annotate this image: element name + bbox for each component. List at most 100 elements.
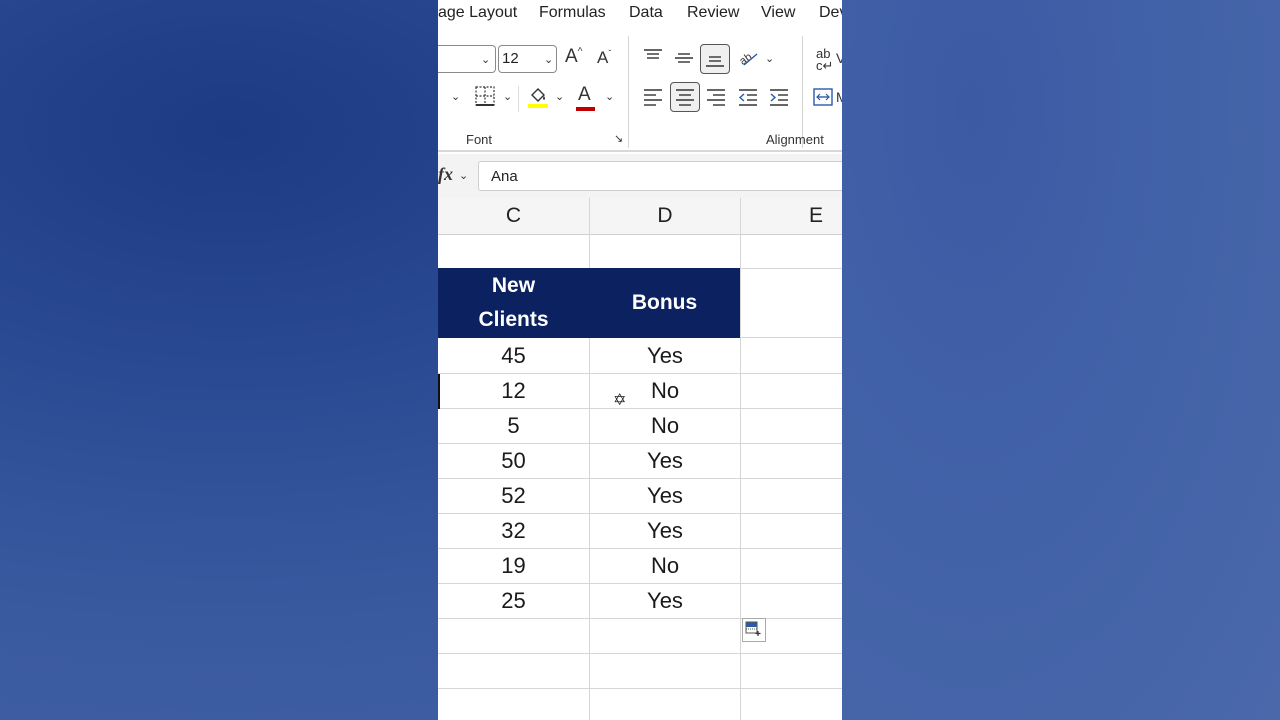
cell-bonus[interactable]: Yes xyxy=(590,443,740,477)
tab-data[interactable]: Data xyxy=(629,4,663,22)
bottom-align-button[interactable] xyxy=(700,44,730,74)
cell-bonus[interactable]: Yes xyxy=(590,338,740,372)
paint-bucket-icon xyxy=(528,88,548,108)
cell-new-clients[interactable]: 25 xyxy=(438,583,589,617)
chevron-down-icon[interactable]: ⌄ xyxy=(605,90,614,103)
middle-align-button[interactable] xyxy=(674,50,694,71)
grow-font-button[interactable]: A^ xyxy=(565,46,582,68)
chevron-down-icon[interactable]: ⌄ xyxy=(451,90,460,103)
chevron-down-icon[interactable]: ⌄ xyxy=(555,90,564,103)
wrap-text-icon: ab c↵ xyxy=(816,46,834,73)
decrease-indent-button[interactable] xyxy=(738,88,758,111)
quick-analysis-button[interactable] xyxy=(742,618,766,642)
header-bonus[interactable]: Bonus xyxy=(589,268,740,338)
borders-icon xyxy=(475,86,495,106)
table-row: 12 No xyxy=(438,373,842,409)
increase-indent-icon xyxy=(770,89,788,106)
font-color-icon: A xyxy=(578,84,591,105)
table-row: 52 Yes xyxy=(438,478,842,514)
cell-bonus[interactable]: Yes xyxy=(590,583,740,617)
chevron-down-icon[interactable]: ⌄ xyxy=(765,52,774,65)
cell-new-clients[interactable]: 45 xyxy=(438,338,589,372)
excel-window: age Layout Formulas Data Review View Dev… xyxy=(438,0,842,720)
header-new-clients[interactable]: New Clients xyxy=(438,268,589,338)
wrap-text-label-fragment: V xyxy=(836,50,842,66)
cell-new-clients[interactable]: 52 xyxy=(438,478,589,512)
tab-developer[interactable]: Dev xyxy=(819,4,842,22)
align-left-icon xyxy=(644,89,662,106)
selection-border xyxy=(438,374,440,409)
font-color-button[interactable]: A xyxy=(576,84,595,111)
fill-color-button[interactable] xyxy=(527,85,549,114)
wrap-text-button[interactable]: ab c↵ xyxy=(816,46,834,73)
tab-formulas[interactable]: Formulas xyxy=(539,4,606,22)
table-row: 19 No xyxy=(438,548,842,584)
chevron-down-icon: ⌄ xyxy=(544,54,554,66)
font-color-swatch xyxy=(576,107,595,111)
tab-review[interactable]: Review xyxy=(687,4,739,22)
cell-bonus[interactable]: Yes xyxy=(590,478,740,512)
group-separator xyxy=(628,36,629,148)
table-row-empty xyxy=(438,618,842,654)
cell-new-clients[interactable]: 12 xyxy=(438,373,589,407)
chevron-down-icon[interactable]: ⌄ xyxy=(459,169,468,182)
table-row: 32 Yes xyxy=(438,513,842,549)
cell-new-clients[interactable]: 19 xyxy=(438,548,589,582)
ribbon-divider xyxy=(438,150,842,152)
middle-align-icon xyxy=(675,53,693,63)
align-center-button[interactable] xyxy=(670,82,700,112)
bottom-align-icon xyxy=(706,56,724,67)
top-align-button[interactable] xyxy=(643,48,663,69)
font-group-label: Font xyxy=(466,132,493,147)
align-right-icon xyxy=(707,89,725,106)
insert-function-button[interactable]: fx xyxy=(438,164,453,185)
column-header-c[interactable]: C xyxy=(438,198,589,234)
merge-label-fragment: M xyxy=(836,89,842,105)
font-name-select[interactable]: ⌄ xyxy=(438,45,496,73)
formula-bar: fx ⌄ Ana xyxy=(438,154,842,198)
cell-bonus[interactable]: Yes xyxy=(590,513,740,547)
orientation-icon: ab xyxy=(737,51,758,68)
cell-new-clients[interactable]: 5 xyxy=(438,408,589,442)
orientation-button[interactable]: ab xyxy=(737,48,760,73)
table-row: 5 No xyxy=(438,408,842,444)
shrink-font-icon: A xyxy=(597,48,609,67)
column-header-e[interactable]: E xyxy=(741,198,842,234)
header-bonus-text: Bonus xyxy=(631,291,698,314)
table-row-header-extra xyxy=(740,268,842,338)
tab-page-layout[interactable]: age Layout xyxy=(438,4,517,22)
increase-indent-button[interactable] xyxy=(769,88,789,111)
cell-new-clients[interactable]: 50 xyxy=(438,443,589,477)
background-right xyxy=(842,0,1280,720)
table-row: 45 Yes xyxy=(438,338,842,374)
alignment-group-label: Alignment xyxy=(766,132,824,147)
ribbon-tab-bar: age Layout Formulas Data Review View Dev xyxy=(438,0,842,28)
align-center-icon xyxy=(676,89,694,106)
header-new-clients-text: New Clients xyxy=(478,274,549,331)
borders-button[interactable] xyxy=(475,86,495,111)
align-right-button[interactable] xyxy=(706,88,726,111)
table-row-empty xyxy=(438,233,842,269)
shrink-font-button[interactable]: Aˇ xyxy=(597,48,611,68)
cell-new-clients[interactable]: 32 xyxy=(438,513,589,547)
cell-cursor-icon: ✡ xyxy=(613,392,627,409)
align-left-button[interactable] xyxy=(643,88,663,111)
svg-text:ab: ab xyxy=(738,51,754,68)
table-row: 50 Yes xyxy=(438,443,842,479)
decrease-indent-icon xyxy=(738,89,757,106)
grow-font-icon: A xyxy=(565,46,578,67)
table-row-empty xyxy=(438,653,842,689)
font-size-select[interactable]: 12 ⌄ xyxy=(498,45,557,73)
column-header-row: C D E xyxy=(438,198,842,235)
column-header-d[interactable]: D xyxy=(590,198,740,234)
cell-bonus[interactable]: No xyxy=(590,408,740,442)
tab-view[interactable]: View xyxy=(761,4,795,22)
chevron-down-icon[interactable]: ⌄ xyxy=(503,90,512,103)
font-dialog-launcher-icon[interactable]: ↘ xyxy=(614,132,623,145)
top-align-icon xyxy=(644,49,662,59)
table-header: New Clients Bonus xyxy=(438,268,740,338)
merge-center-icon xyxy=(813,88,833,106)
formula-input[interactable]: Ana xyxy=(478,161,842,191)
cell-bonus[interactable]: No xyxy=(590,548,740,582)
merge-center-button[interactable] xyxy=(813,88,833,111)
